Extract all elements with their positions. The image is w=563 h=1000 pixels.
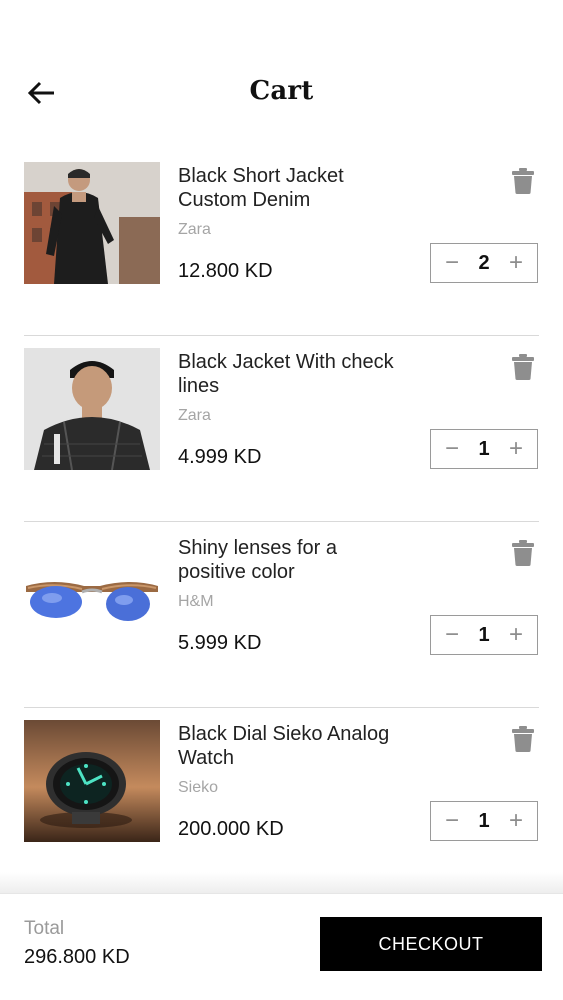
increase-quantity-button[interactable]: +: [505, 437, 527, 461]
increase-quantity-button[interactable]: +: [505, 623, 527, 647]
item-price: 5.999 KD: [178, 632, 262, 654]
delete-item-button[interactable]: [512, 540, 534, 566]
quantity-value: 1: [478, 437, 490, 460]
cart-item: Black Jacket With check lines Zara 4.999…: [0, 336, 563, 522]
item-price: 200.000 KD: [178, 818, 284, 840]
product-image-watch[interactable]: [24, 720, 160, 842]
delete-item-button[interactable]: [512, 168, 534, 194]
footer-shadow: [0, 872, 563, 894]
item-brand: Sieko: [178, 779, 219, 796]
trash-icon: [512, 540, 534, 566]
item-name[interactable]: Black Short Jacket Custom Denim: [178, 164, 398, 212]
sunglasses-photo: [24, 534, 160, 656]
decrease-quantity-button[interactable]: −: [441, 437, 463, 461]
total-label: Total: [24, 918, 65, 939]
item-price: 12.800 KD: [178, 260, 273, 282]
item-name[interactable]: Black Dial Sieko Analog Watch: [178, 722, 398, 770]
item-brand: Zara: [178, 407, 211, 424]
quantity-value: 2: [478, 251, 490, 274]
cart-item: Black Short Jacket Custom Denim Zara 12.…: [0, 150, 563, 336]
increase-quantity-button[interactable]: +: [505, 809, 527, 833]
watch-photo: [24, 720, 160, 842]
delete-item-button[interactable]: [512, 354, 534, 380]
product-image-hoodie[interactable]: [24, 348, 160, 470]
trash-icon: [512, 354, 534, 380]
trash-icon: [512, 168, 534, 194]
delete-item-button[interactable]: [512, 726, 534, 752]
page-title: Cart: [249, 76, 314, 106]
item-price: 4.999 KD: [178, 446, 262, 468]
quantity-value: 1: [478, 809, 490, 832]
quantity-value: 1: [478, 623, 490, 646]
increase-quantity-button[interactable]: +: [505, 251, 527, 275]
item-brand: H&M: [178, 593, 214, 610]
decrease-quantity-button[interactable]: −: [441, 623, 463, 647]
item-brand: Zara: [178, 221, 211, 238]
cart-footer: Total 296.800 KD CHECKOUT: [0, 893, 563, 1000]
product-image-sunglasses[interactable]: [24, 534, 160, 656]
item-name[interactable]: Shiny lenses for a positive color: [178, 536, 398, 584]
quantity-stepper: − 1 +: [430, 429, 538, 469]
product-image-jacket[interactable]: [24, 162, 160, 284]
cart-item: Shiny lenses for a positive color H&M 5.…: [0, 522, 563, 708]
total-value: 296.800 KD: [24, 946, 130, 968]
quantity-stepper: − 1 +: [430, 801, 538, 841]
decrease-quantity-button[interactable]: −: [441, 809, 463, 833]
quantity-stepper: − 1 +: [430, 615, 538, 655]
trash-icon: [512, 726, 534, 752]
cart-list: Black Short Jacket Custom Denim Zara 12.…: [0, 150, 563, 894]
decrease-quantity-button[interactable]: −: [441, 251, 463, 275]
cart-item: Black Dial Sieko Analog Watch Sieko 200.…: [0, 708, 563, 894]
jacket-photo: [24, 162, 160, 284]
quantity-stepper: − 2 +: [430, 243, 538, 283]
item-name[interactable]: Black Jacket With check lines: [178, 350, 398, 398]
app-header: Cart: [0, 0, 563, 150]
checkout-button[interactable]: CHECKOUT: [320, 917, 542, 971]
hoodie-photo: [24, 348, 160, 470]
